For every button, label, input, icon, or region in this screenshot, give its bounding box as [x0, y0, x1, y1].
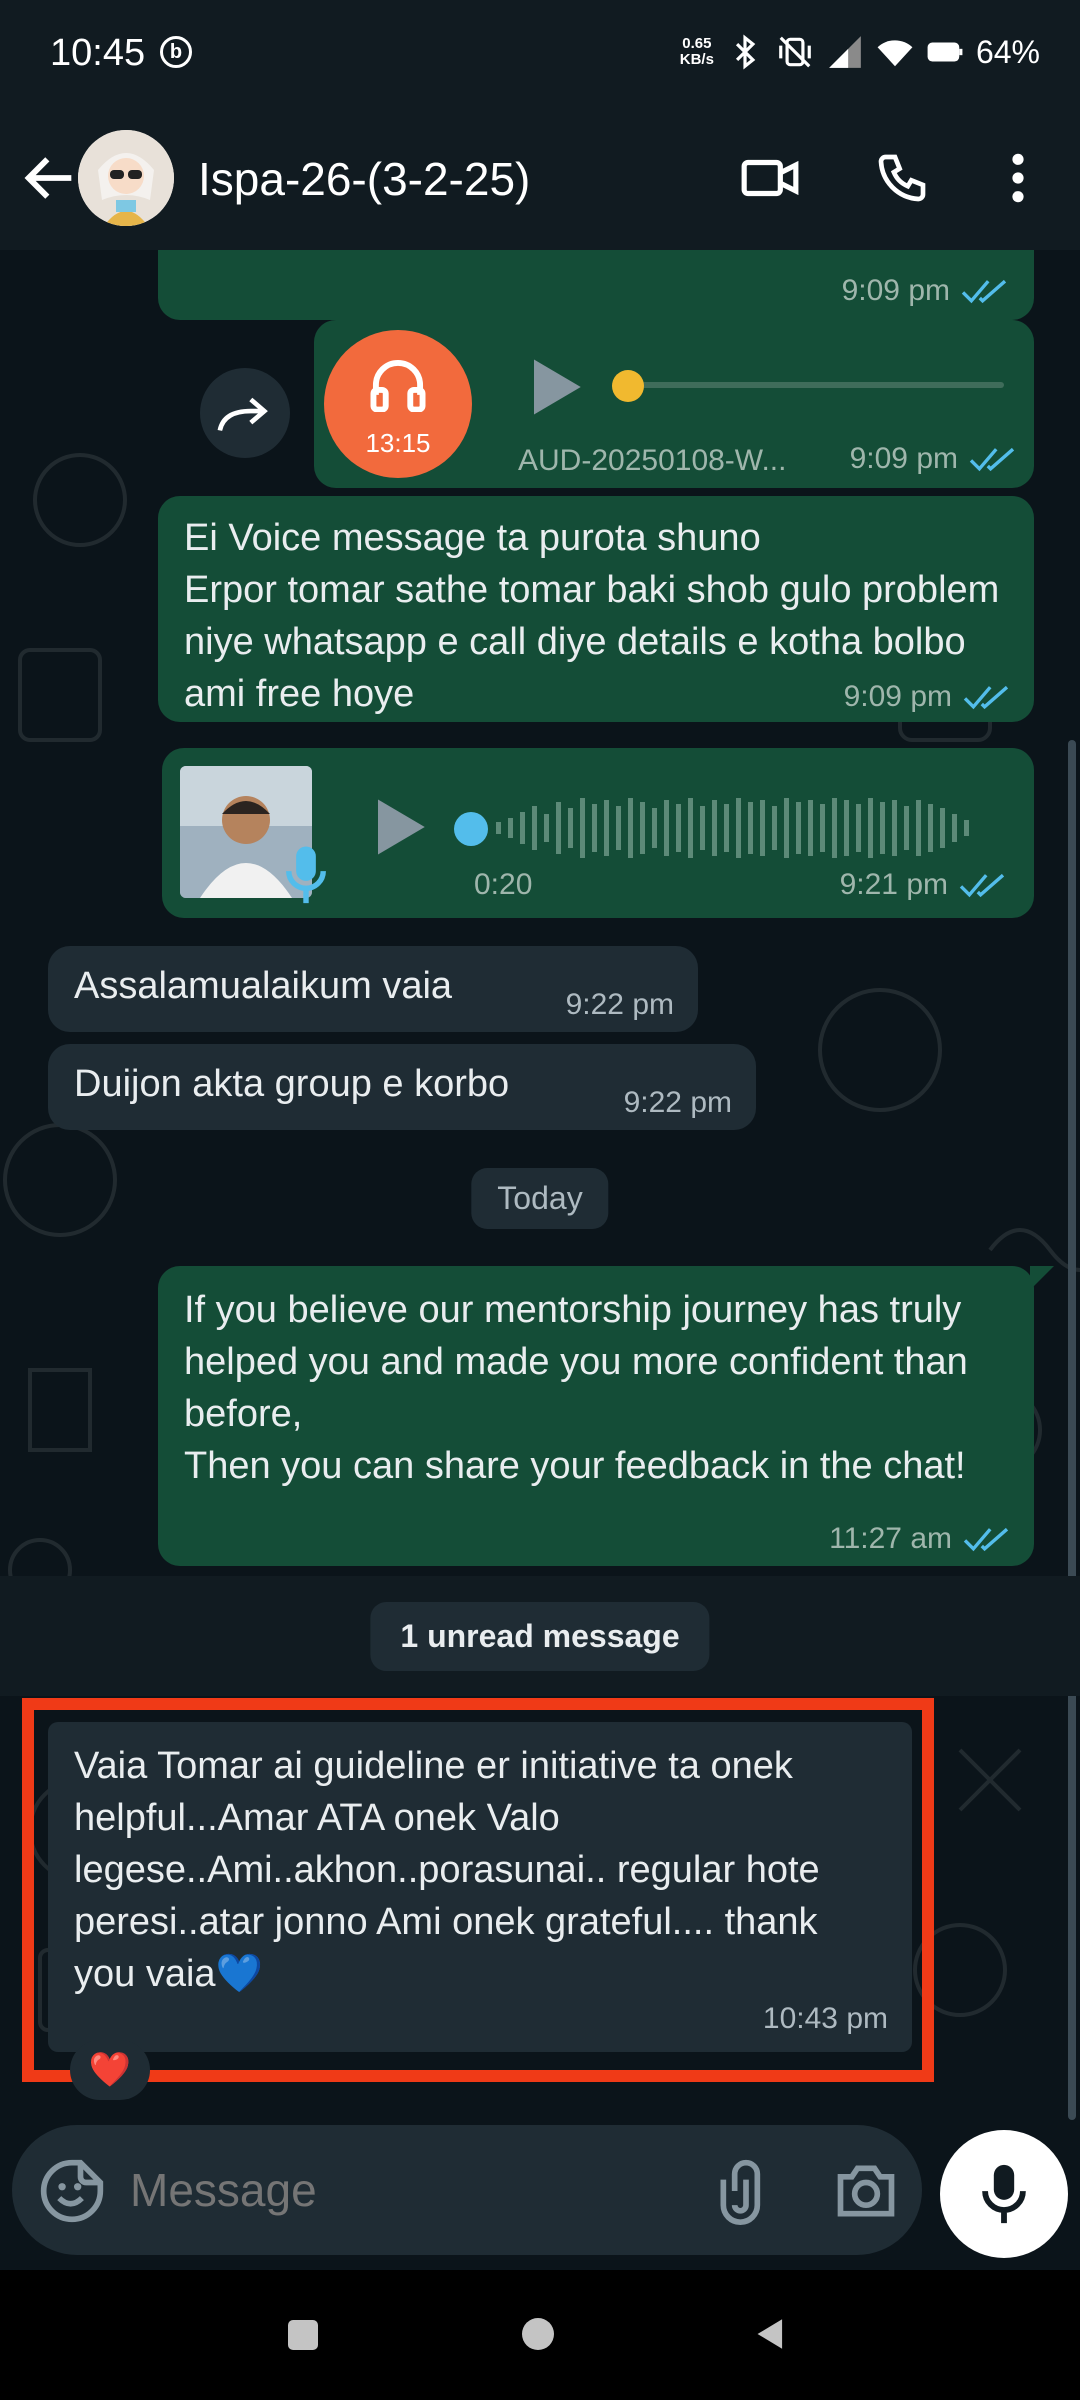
audio-filename: AUD-20250108-W... — [518, 444, 787, 477]
microphone-badge-icon — [286, 846, 326, 904]
voice-progress-thumb[interactable] — [454, 812, 488, 846]
message-meta: 9:21 pm — [840, 868, 1006, 902]
message-bubble-incoming[interactable]: Vaia Tomar ai guideline er initiative ta… — [48, 1722, 912, 2052]
contact-avatar[interactable] — [78, 130, 174, 226]
message-time: 10:43 pm — [762, 2002, 888, 2035]
date-divider: Today — [471, 1168, 609, 1229]
double-check-read-icon — [963, 1527, 1009, 1552]
message-composer — [12, 2125, 922, 2255]
status-icons: 0.65 KB/s 64% — [680, 30, 1040, 74]
chat-header: Ispa-26-(3-2-25) — [0, 110, 1080, 250]
microphone-icon — [982, 2164, 1026, 2224]
bluetooth-icon — [735, 34, 756, 70]
kebab-menu-icon — [1012, 153, 1024, 203]
video-camera-icon — [741, 159, 799, 197]
attach-button[interactable] — [712, 2155, 780, 2227]
voice-call-button[interactable] — [864, 140, 940, 216]
message-bubble-outgoing[interactable]: Ei Voice message ta purota shuno Erpor t… — [158, 496, 1034, 722]
recents-button[interactable] — [288, 2320, 318, 2350]
play-button[interactable] — [370, 794, 430, 860]
cell-signal-icon — [829, 36, 861, 68]
home-button[interactable] — [522, 2318, 554, 2350]
audio-file-badge: 13:15 — [324, 330, 472, 478]
video-call-button[interactable] — [732, 140, 808, 216]
message-time: 11:27 am — [829, 1522, 952, 1555]
message-time: 9:09 pm — [849, 442, 958, 475]
network-speed-value: 0.65 — [682, 35, 712, 52]
back-triangle-button[interactable] — [752, 2316, 786, 2352]
network-speed: 0.65 KB/s — [680, 36, 714, 68]
message-reaction[interactable]: ❤️ — [70, 2040, 150, 2100]
bubble-tail — [1030, 1266, 1054, 1290]
heart-reaction-icon: ❤️ — [88, 2051, 132, 2089]
message-time: 9:22 pm — [565, 988, 674, 1021]
message-list[interactable]: 9:09 pm 13:15 AUD-20250108-W... 9:09 pm … — [0, 250, 1080, 2125]
forward-arrow-icon — [217, 397, 268, 432]
headphones-icon — [370, 359, 426, 412]
battery-icon — [927, 42, 963, 62]
avatar-illustration — [78, 130, 174, 226]
wifi-icon — [877, 40, 913, 67]
message-bubble-outgoing[interactable]: 9:09 pm — [158, 250, 1034, 320]
message-meta: 9:09 pm — [833, 680, 1010, 714]
double-check-read-icon — [963, 685, 1009, 710]
system-navigation-bar — [0, 2270, 1080, 2400]
forward-button[interactable] — [200, 368, 290, 458]
message-time: 9:09 pm — [843, 680, 952, 713]
audio-progress-track[interactable] — [614, 382, 1004, 388]
status-bar: 10:45 b 0.65 KB/s 64% — [0, 0, 1080, 110]
contact-name[interactable]: Ispa-26-(3-2-25) — [198, 152, 530, 206]
phone-icon — [878, 154, 926, 202]
status-time: 10:45 — [50, 32, 146, 74]
camera-icon — [837, 2165, 895, 2217]
battery-level: 64% — [975, 33, 1040, 70]
double-check-read-icon — [959, 873, 1005, 898]
voice-duration: 0:20 — [474, 868, 533, 901]
message-input[interactable] — [130, 2155, 690, 2225]
sticker-smiley-icon — [40, 2159, 104, 2223]
message-time: 9:21 pm — [839, 868, 948, 901]
message-text: If you believe our mentorship journey ha… — [184, 1289, 968, 1487]
emoji-button[interactable] — [38, 2157, 106, 2225]
voice-record-button[interactable] — [940, 2130, 1068, 2258]
network-speed-unit: KB/s — [679, 51, 714, 68]
audio-progress-thumb[interactable] — [612, 370, 644, 402]
audio-duration: 13:15 — [365, 428, 431, 458]
notification-b-icon: b — [160, 36, 192, 68]
back-button[interactable] — [18, 146, 82, 210]
voice-note-message[interactable]: 0:20 9:21 pm — [162, 748, 1034, 918]
scrollbar[interactable] — [1068, 740, 1076, 2120]
vibrate-off-icon — [779, 36, 811, 68]
arrow-left-icon — [24, 157, 72, 199]
unread-divider: 1 unread message — [370, 1602, 710, 1671]
message-time: 9:09 pm — [841, 274, 950, 307]
double-check-read-icon — [969, 447, 1015, 472]
message-text: Vaia Tomar ai guideline er initiative ta… — [74, 1745, 820, 1995]
message-text: Duijon akta group e korbo — [74, 1063, 510, 1105]
message-bubble-outgoing[interactable]: If you believe our mentorship journey ha… — [158, 1266, 1034, 1566]
paperclip-icon — [720, 2159, 761, 2225]
double-check-read-icon — [961, 279, 1007, 304]
audio-file-message[interactable]: 13:15 AUD-20250108-W... 9:09 pm — [314, 320, 1034, 488]
play-button[interactable] — [528, 354, 584, 420]
message-meta: 9:09 pm — [850, 442, 1016, 476]
message-bubble-incoming[interactable]: Duijon akta group e korbo 9:22 pm — [48, 1044, 756, 1130]
message-bubble-incoming[interactable]: Assalamualaikum vaia 9:22 pm — [48, 946, 698, 1032]
more-options-button[interactable] — [980, 140, 1056, 216]
message-time: 9:22 pm — [623, 1086, 732, 1119]
voice-waveform[interactable] — [492, 788, 992, 868]
camera-button[interactable] — [832, 2157, 900, 2225]
message-text: Assalamualaikum vaia — [74, 965, 453, 1007]
message-meta: 9:09 pm — [842, 274, 1008, 308]
message-meta: 11:27 am — [819, 1522, 1010, 1556]
